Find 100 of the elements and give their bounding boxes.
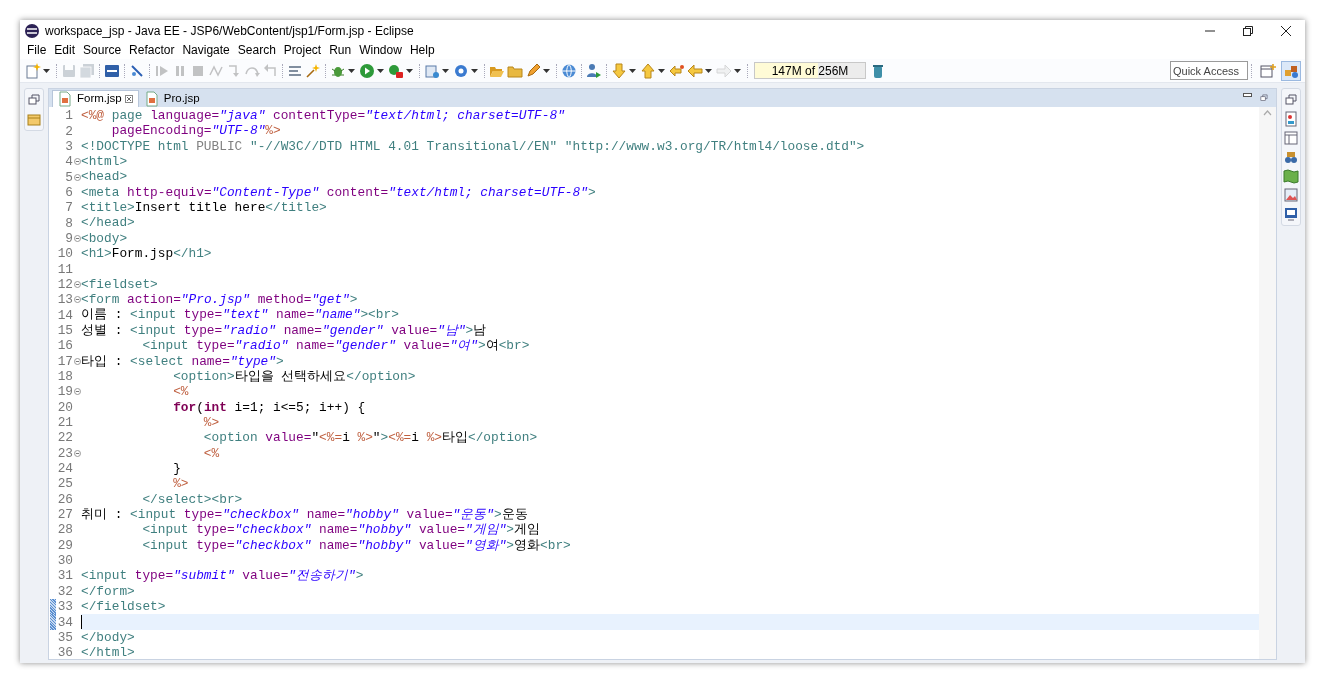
pen-icon[interactable] [525, 62, 541, 79]
code-line: <h1>Form.jsp</h1> [81, 246, 212, 262]
code-line: 취미 : <input type="checkbox" name="hobby" value="운동">운동 [81, 506, 528, 523]
line-number: 8 [64, 215, 73, 231]
run-tools-icon[interactable] [388, 62, 404, 79]
app-icon [24, 23, 40, 39]
heap-status[interactable]: 147M of 256M [754, 62, 866, 79]
menu-item[interactable]: File [23, 42, 51, 58]
heap-text: 147M of 256M [771, 62, 849, 80]
code-line: } [172, 460, 181, 477]
wand-icon[interactable] [305, 62, 321, 79]
dropdown-caret-icon[interactable] [442, 68, 449, 73]
restore-icon[interactable] [1243, 26, 1253, 36]
map-icon[interactable] [1283, 168, 1299, 184]
dropdown-caret-icon[interactable] [629, 68, 636, 73]
console-icon[interactable] [104, 62, 120, 79]
code-line: <input type="radio" name="gender" value="여">여<br> [141, 338, 530, 354]
code-line: <!DOCTYPE html PUBLIC "-//W3C//DTD HTML 4.01 Transitional//EN" "http://www.w3.org/TR/html4/loose.dtd"> [81, 138, 865, 155]
line-number: 4 [64, 154, 73, 170]
line-number: 34 [56, 614, 73, 630]
menu-item[interactable]: Source [79, 42, 126, 58]
menu-item[interactable]: Help [405, 42, 439, 58]
code-line: </select><br> [141, 491, 243, 507]
dropdown-caret-icon[interactable] [471, 68, 478, 73]
line-number: 36 [56, 645, 73, 661]
code-line: </html> [81, 645, 135, 661]
code-line: <body> [81, 230, 128, 247]
fold-toggle-icon[interactable] [74, 234, 81, 242]
code-line: <% [202, 445, 220, 461]
dropdown-caret-icon[interactable] [705, 68, 712, 73]
code-line: <title>Insert title here</title> [81, 200, 327, 216]
menu-item[interactable]: Search [233, 42, 280, 58]
globe-icon[interactable] [561, 62, 577, 79]
editor-tab[interactable]: Pro.jsp [138, 90, 206, 107]
line-number: 30 [56, 553, 73, 569]
fold-toggle-icon[interactable] [74, 173, 81, 181]
dropdown-caret-icon[interactable] [406, 68, 413, 73]
fold-toggle-icon[interactable] [74, 388, 81, 396]
image-file-icon[interactable] [1283, 111, 1299, 127]
menu-item[interactable]: Run [325, 42, 356, 58]
fold-toggle-icon[interactable] [74, 449, 81, 457]
code-line: 성별 : <input type="radio" name="gender" value="남">남 [81, 322, 487, 339]
minimize-icon[interactable] [1243, 93, 1252, 98]
person-icon[interactable] [586, 62, 602, 79]
code-line: for(int i=1; i<=5; i++) { [172, 399, 366, 415]
line-number: 10 [56, 246, 73, 262]
line-number: 12 [56, 276, 73, 292]
perspective-button[interactable] [1281, 60, 1301, 81]
menu-item[interactable]: Edit [50, 42, 80, 58]
server-icon[interactable] [424, 62, 440, 79]
line-number: 31 [56, 568, 73, 584]
line-number: 28 [56, 522, 73, 538]
package-icon[interactable] [26, 111, 42, 127]
menu-item[interactable]: Navigate [178, 42, 234, 58]
line-number: 15 [56, 323, 73, 338]
jsp-file-icon [143, 91, 160, 107]
fold-toggle-icon[interactable] [74, 296, 81, 304]
line-number: 21 [56, 415, 73, 431]
line-number: 29 [56, 537, 73, 553]
line-number: 20 [56, 399, 73, 415]
menu-item[interactable]: Window [355, 42, 406, 58]
code-line: <% [172, 384, 189, 400]
line-number: 6 [64, 184, 73, 200]
line-number: 19 [56, 384, 73, 400]
dropdown-caret-icon[interactable] [348, 68, 355, 73]
code-line: <meta http-equiv="Content-Type" content="text/html; charset=UTF-8"> [81, 184, 596, 201]
pen-slash-icon[interactable] [129, 62, 145, 79]
fold-toggle-icon[interactable] [74, 280, 81, 288]
quick-access-field[interactable]: Quick Access [1170, 61, 1248, 80]
menu-item[interactable]: Project [279, 42, 326, 58]
arrow-left-star-icon[interactable] [669, 62, 685, 79]
dropdown-caret-icon[interactable] [543, 68, 550, 73]
dropdown-caret-icon[interactable] [658, 68, 665, 73]
trash-icon[interactable] [870, 62, 886, 79]
dropdown-caret-icon[interactable] [377, 68, 384, 73]
line-number: 7 [64, 200, 73, 216]
scroll-up-icon[interactable] [1263, 110, 1272, 116]
dropdown-caret-icon[interactable] [43, 68, 50, 73]
line-number: 27 [56, 507, 73, 523]
open-window-icon[interactable] [1260, 62, 1276, 79]
monitor-icon[interactable] [1283, 206, 1299, 222]
menu-item[interactable]: Refactor [125, 42, 179, 58]
line-number: 35 [56, 629, 73, 645]
image-icon[interactable] [1283, 187, 1299, 203]
binoculars-icon[interactable] [1283, 149, 1299, 165]
text-cursor [81, 615, 82, 629]
ring-icon[interactable] [453, 62, 469, 79]
code-line: <head> [81, 169, 128, 185]
line-number: 25 [56, 476, 73, 492]
window-icon[interactable] [1283, 130, 1299, 146]
code-line: pageEncoding="UTF-8"%> [110, 123, 281, 139]
close-icon[interactable] [1281, 26, 1291, 36]
run-icon[interactable] [359, 62, 375, 79]
fold-toggle-icon[interactable] [74, 357, 81, 365]
fold-toggle-icon[interactable] [74, 158, 81, 166]
code-line: %> [202, 414, 220, 431]
line-number: 1 [64, 108, 73, 124]
editor-tab[interactable]: Form.jsp [52, 90, 139, 107]
vertical-scrollbar[interactable] [1259, 107, 1276, 659]
line-number: 23 [56, 445, 73, 461]
